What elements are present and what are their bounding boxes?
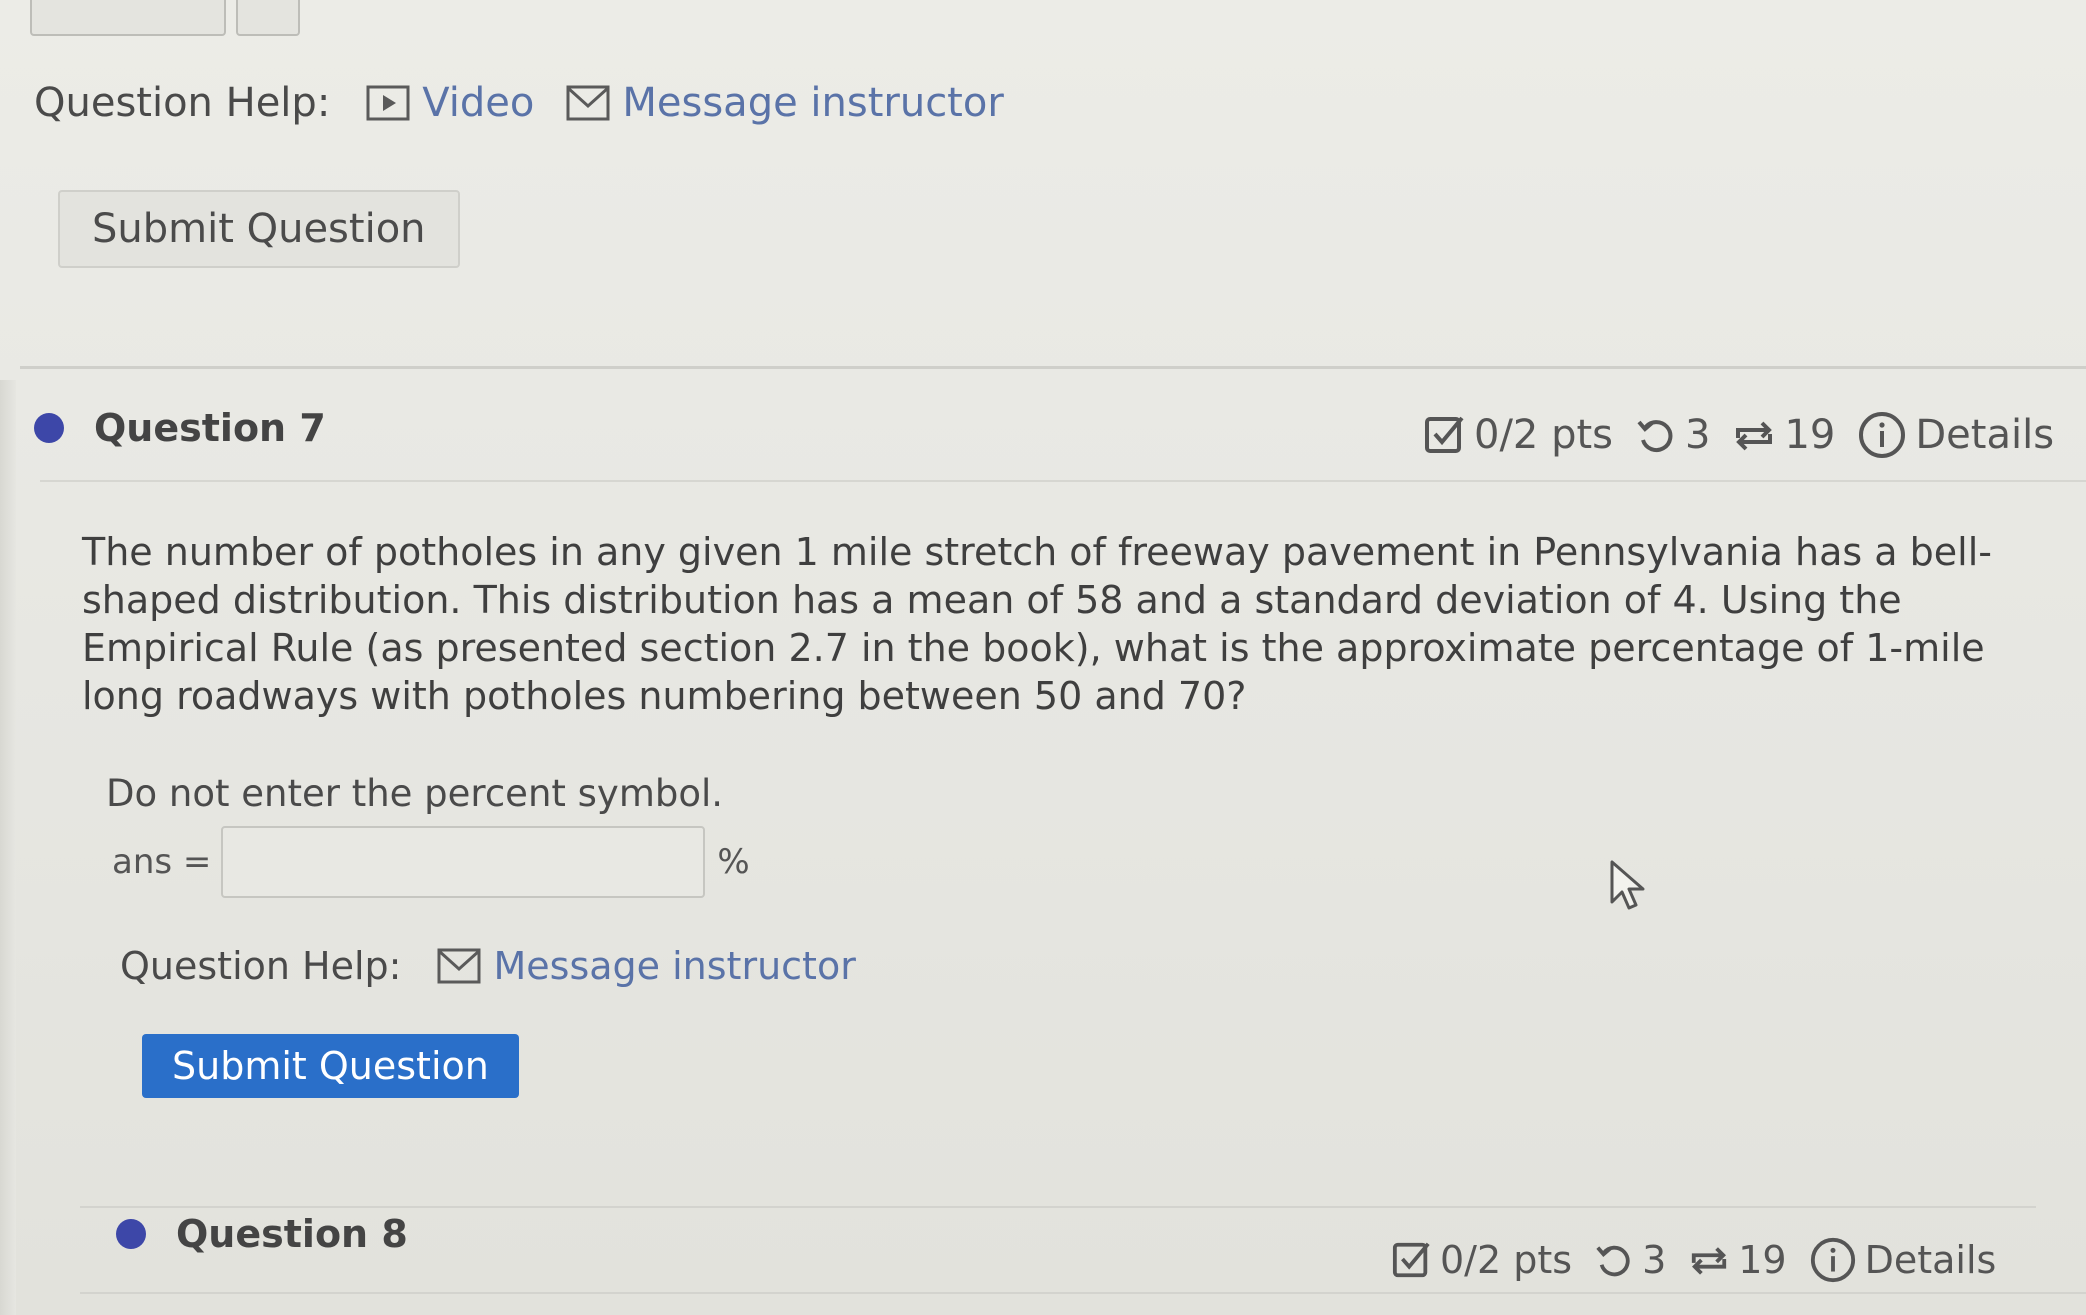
question-help-row: Question Help: Video Message instructor <box>34 80 1036 126</box>
video-link-label: Video <box>422 80 535 126</box>
score-label: 0/2 pts <box>1474 412 1614 458</box>
question-7-help-row: Question Help: Message instructor <box>120 944 888 988</box>
retries-count: 3 <box>1642 1238 1667 1282</box>
attempts: 19 <box>1732 412 1835 458</box>
score: 0/2 pts <box>1424 412 1613 458</box>
shuffle-icon <box>1732 414 1776 456</box>
details-label: Details <box>1864 1238 1997 1282</box>
message-instructor-link[interactable]: Message instructor <box>566 80 1004 126</box>
retries-count: 3 <box>1685 412 1711 458</box>
page: Question Help: Video Message instructor … <box>0 0 2086 1315</box>
details-label: Details <box>1915 412 2055 458</box>
retry-icon <box>1594 1240 1634 1280</box>
attempts-count: 19 <box>1738 1238 1787 1282</box>
details-link[interactable]: Details <box>1857 410 2054 460</box>
divider <box>20 366 2086 369</box>
previous-button-secondary[interactable] <box>236 0 300 36</box>
question-7-meta: 0/2 pts 3 19 Details <box>1424 410 2076 460</box>
details-link[interactable]: Details <box>1809 1236 1997 1284</box>
submit-question-button-disabled[interactable]: Submit Question <box>58 190 460 268</box>
envelope-icon <box>437 947 481 985</box>
retry-icon <box>1635 414 1677 456</box>
answer-input[interactable] <box>221 826 706 898</box>
attempts: 19 <box>1688 1238 1787 1282</box>
question-8-header: Question 8 <box>116 1212 408 1256</box>
checkbox-icon <box>1392 1240 1432 1280</box>
submit-question-button[interactable]: Submit Question <box>142 1034 519 1098</box>
score-label: 0/2 pts <box>1440 1238 1573 1282</box>
question-help-label: Question Help: <box>34 80 331 126</box>
retries: 3 <box>1594 1238 1666 1282</box>
attempts-count: 19 <box>1784 412 1836 458</box>
header-divider <box>40 480 2086 482</box>
question-7-title: Question 7 <box>94 406 326 450</box>
left-border <box>0 380 16 1315</box>
divider <box>80 1292 2086 1294</box>
envelope-icon <box>566 84 610 122</box>
status-dot <box>116 1219 146 1249</box>
message-instructor-link[interactable]: Message instructor <box>437 944 856 988</box>
question-help-label: Question Help: <box>120 944 402 988</box>
message-instructor-label: Message instructor <box>622 80 1004 126</box>
question-7-header: Question 7 <box>34 406 326 450</box>
shuffle-icon <box>1688 1240 1730 1280</box>
video-link[interactable]: Video <box>366 80 534 126</box>
question-8-meta: 0/2 pts 3 19 Details <box>1392 1236 2018 1284</box>
answer-label: ans = <box>112 842 212 882</box>
info-icon <box>1809 1236 1857 1284</box>
instruction-text: Do not enter the percent symbol. <box>106 772 724 815</box>
retries: 3 <box>1635 412 1710 458</box>
question-8-title: Question 8 <box>176 1212 408 1256</box>
divider <box>80 1206 2036 1208</box>
status-dot <box>34 413 64 443</box>
info-icon <box>1857 410 1907 460</box>
message-instructor-label: Message instructor <box>493 944 856 988</box>
checkbox-icon <box>1424 414 1466 456</box>
score: 0/2 pts <box>1392 1238 1572 1282</box>
mouse-cursor-icon <box>1608 858 1648 918</box>
percent-unit: % <box>717 842 750 882</box>
previous-button[interactable] <box>30 0 226 36</box>
answer-row: ans = % <box>112 826 750 898</box>
video-icon <box>366 84 410 122</box>
question-7-text: The number of potholes in any given 1 mi… <box>82 530 1992 718</box>
